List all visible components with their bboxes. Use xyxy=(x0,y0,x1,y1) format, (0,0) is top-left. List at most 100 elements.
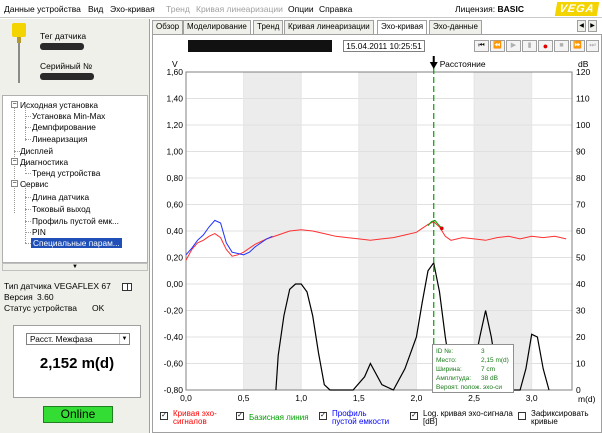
status-label: Статус устройства xyxy=(4,303,78,313)
play-icon[interactable]: ▮ xyxy=(522,40,537,52)
tree-item-min-max[interactable]: Установка Min-Max xyxy=(32,111,105,121)
tooltip-id-label: ID №: xyxy=(436,348,454,355)
tooltip-place-label: Место: xyxy=(436,357,457,364)
record-icon[interactable]: ● xyxy=(538,40,553,52)
chart-legend: ✓ Кривая эхо-сигналов ✓ Базисная линия ✓… xyxy=(156,408,602,432)
distance-marker-arrow xyxy=(429,62,438,69)
measurement-select[interactable]: Расст. Межфаза ▼ xyxy=(26,333,130,345)
tree-item-diagnostics[interactable]: Диагностика xyxy=(20,157,68,167)
legend-baseline-label: Базисная линия xyxy=(249,413,309,422)
license-info: Лицензия: BASIC xyxy=(455,4,524,14)
menu-linearization-curve[interactable]: Кривая линеаризации xyxy=(196,4,283,14)
vega-logo: VEGA xyxy=(554,2,600,16)
tooltip-id-value: 3 xyxy=(481,348,485,355)
tree-item-linearization[interactable]: Линеаризация xyxy=(32,134,87,144)
tree-toggle-diagnostics[interactable]: − xyxy=(11,158,18,165)
legend-empty-profile-label: Профиль пустой емкости xyxy=(332,409,390,426)
first-icon[interactable]: ⏮ xyxy=(474,40,489,52)
x-tick: 1,0 xyxy=(295,393,307,403)
legend-echo-checkbox[interactable]: ✓ xyxy=(160,412,168,420)
chevron-down-icon: ▼ xyxy=(119,334,129,344)
y-left-label: V xyxy=(172,59,178,69)
y-left-tick: 0,20 xyxy=(166,253,183,263)
stop-icon[interactable]: ■ xyxy=(554,40,569,52)
tree-item-pin[interactable]: PIN xyxy=(32,227,46,237)
menu-trend[interactable]: Тренд xyxy=(166,4,190,14)
y-right-tick: 30 xyxy=(576,306,586,316)
tree-item-empty-profile[interactable]: Профиль пустой емк... xyxy=(32,216,119,226)
serial-value-redacted xyxy=(40,73,94,80)
legend-log-curve-checkbox[interactable]: ✓ xyxy=(410,412,418,420)
tab-simulation[interactable]: Моделирование xyxy=(183,20,251,34)
left-panel: Тег датчика Серийный № − Исходная устано… xyxy=(0,19,150,433)
menu-options[interactable]: Опции xyxy=(288,4,314,14)
tree-item-special-params[interactable]: Специальные парам... xyxy=(31,238,122,248)
curve-title-redacted xyxy=(188,40,332,52)
tree-toggle-initial-setup[interactable]: − xyxy=(11,101,18,108)
x-tick: 2,0 xyxy=(411,393,423,403)
y-right-tick: 40 xyxy=(576,279,586,289)
tab-echo-data[interactable]: Эхо-данные xyxy=(429,20,482,34)
menu-device-data[interactable]: Данные устройства xyxy=(4,4,81,14)
y-right-tick: 50 xyxy=(576,253,586,263)
tree-scroll-down[interactable]: ▼ xyxy=(2,263,148,271)
menu-help[interactable]: Справка xyxy=(319,4,352,14)
online-status: Online xyxy=(43,406,113,423)
legend-log-curve-label: Log. кривая эхо-сигнала [dB] xyxy=(423,409,513,426)
tree-item-initial-setup[interactable]: Исходная установка xyxy=(20,100,98,110)
prev-icon[interactable]: ⏪ xyxy=(490,40,505,52)
tab-scroll-left-icon[interactable]: ◀ xyxy=(577,20,586,32)
y-left-tick: 0,00 xyxy=(166,279,183,289)
echo-chart[interactable]: 1,601,401,201,000,800,600,400,200,00-0,2… xyxy=(152,55,602,407)
last-icon[interactable]: ⏭ xyxy=(586,40,599,52)
back-icon[interactable]: ▶ xyxy=(506,40,521,52)
y-left-tick: -0,40 xyxy=(164,332,184,342)
distance-marker-label: Расстояние xyxy=(440,59,486,69)
tab-trend[interactable]: Тренд xyxy=(253,20,284,34)
version-label: Версия xyxy=(4,292,33,302)
tab-overview[interactable]: Обзор xyxy=(152,20,184,34)
tree-item-sensor-length[interactable]: Длина датчика xyxy=(32,192,89,202)
book-icon[interactable] xyxy=(122,283,132,291)
legend-freeze-checkbox[interactable] xyxy=(518,412,526,420)
tag-label: Тег датчика xyxy=(40,31,87,41)
menu-view[interactable]: Вид xyxy=(88,4,103,14)
tree-toggle-service[interactable]: − xyxy=(11,180,18,187)
y-left-tick: -0,20 xyxy=(164,306,184,316)
y-right-tick: 20 xyxy=(576,332,586,342)
sensor-header: Тег датчика Серийный № xyxy=(6,23,146,83)
y-left-tick: -0,60 xyxy=(164,359,184,369)
y-right-tick: 70 xyxy=(576,200,586,210)
tree-item-damping[interactable]: Демпфирование xyxy=(32,122,96,132)
status-value: OK xyxy=(92,303,105,313)
tooltip-amplitude-value: 38 dB xyxy=(481,375,498,382)
tree-item-device-trend[interactable]: Тренд устройства xyxy=(32,168,100,178)
tab-linearization[interactable]: Кривая линеаризации xyxy=(284,20,374,34)
x-tick: 2,5 xyxy=(468,393,480,403)
legend-empty-profile-checkbox[interactable]: ✓ xyxy=(319,412,327,420)
tooltip-place-value: 2,15 m(d) xyxy=(481,357,509,364)
tree-item-current-output[interactable]: Токовый выход xyxy=(32,204,90,214)
distance-marker-stem xyxy=(432,56,435,63)
y-right-tick: 100 xyxy=(576,120,590,130)
menu-echo-curve[interactable]: Эхо-кривая xyxy=(110,4,155,14)
y-left-tick: 1,40 xyxy=(166,94,183,104)
tree-item-display[interactable]: Дисплей xyxy=(20,146,53,156)
tree-item-service[interactable]: Сервис xyxy=(20,179,48,189)
menu-bar: Данные устройства Вид Эхо-кривая Тренд К… xyxy=(0,0,602,18)
echo-info-tooltip: ID №: 3 Место: 2,15 m(d) Ширина: 7 cm Ам… xyxy=(432,344,514,393)
x-tick: 0,5 xyxy=(238,393,250,403)
legend-baseline-checkbox[interactable]: ✓ xyxy=(236,412,244,420)
legend-freeze-label: Зафиксировать кривые xyxy=(531,409,589,426)
next-icon[interactable]: ⏩ xyxy=(570,40,585,52)
tab-scroll-right-icon[interactable]: ▶ xyxy=(588,20,597,32)
device-type: Тип датчика VEGAFLEX 67 xyxy=(4,281,111,291)
y-left-tick: 0,40 xyxy=(166,226,183,236)
y-right-tick: 90 xyxy=(576,147,586,157)
tab-echo-curve[interactable]: Эхо-кривая xyxy=(377,20,428,35)
y-left-tick: 1,20 xyxy=(166,120,183,130)
y-left-tick: 0,80 xyxy=(166,173,183,183)
x-tick: 1,5 xyxy=(353,393,365,403)
y-right-tick: 80 xyxy=(576,173,586,183)
measurement-value: 2,152 m(d) xyxy=(39,355,115,372)
